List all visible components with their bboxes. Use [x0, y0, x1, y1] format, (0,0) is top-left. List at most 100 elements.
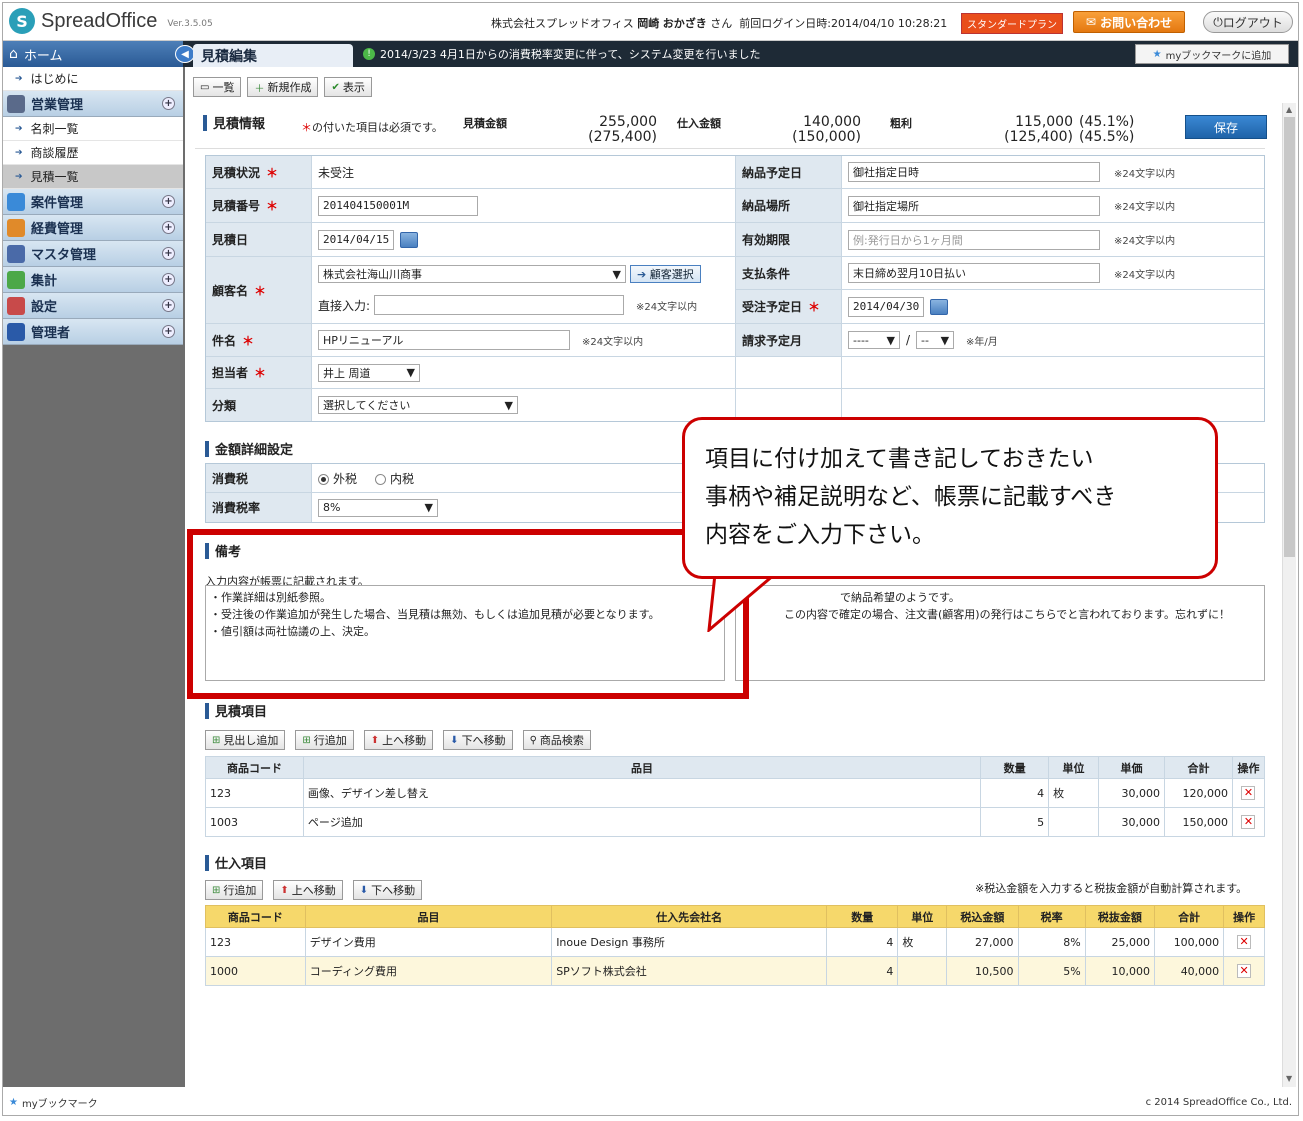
customer-label-text: 顧客名: [212, 283, 249, 298]
contact-button[interactable]: ✉ お問い合わせ: [1073, 11, 1185, 33]
purchase-vendor[interactable]: Inoue Design 事務所: [551, 927, 828, 957]
item-unit[interactable]: 枚: [1048, 778, 1100, 808]
scroll-up-icon[interactable]: ▲: [1286, 105, 1292, 114]
item-name[interactable]: ページ追加: [302, 807, 982, 837]
purchase-move-down-button[interactable]: ⬇ 下へ移動: [352, 880, 423, 900]
logout-button[interactable]: ⏻ ログアウト: [1203, 11, 1293, 33]
sidebar-category[interactable]: 案件管理 +: [3, 189, 183, 215]
purchase-rate[interactable]: 8%: [1017, 927, 1086, 957]
scroll-thumb[interactable]: [1284, 117, 1295, 557]
delete-icon[interactable]: ✕: [1237, 964, 1252, 978]
notes-textarea-right[interactable]: で納品希望のようです。 この内容で確定の場合、注文書(顧客用)の発行はこちらでと言…: [735, 585, 1265, 681]
number-input[interactable]: 201404150001M: [318, 195, 478, 216]
payment-input[interactable]: 末日締め翌月10日払い: [848, 263, 1100, 283]
sidebar-category[interactable]: 設定 +: [3, 293, 183, 319]
home-tab[interactable]: ⌂ ホーム: [3, 41, 183, 67]
billing-month-select[interactable]: -- ▼: [916, 331, 955, 349]
item-qty[interactable]: 4: [980, 778, 1050, 808]
scroll-down-icon[interactable]: ▼: [1286, 1074, 1292, 1083]
monitor-icon: [7, 322, 25, 341]
item-name[interactable]: 画像、デザイン差し替え: [302, 778, 982, 808]
purchase-vendor[interactable]: SPソフト株式会社: [551, 956, 828, 986]
arrow-up-icon: ⬆: [370, 734, 380, 746]
purchase-incl[interactable]: 10,500: [946, 956, 1019, 986]
add-row-button[interactable]: ⊞ 行追加: [295, 730, 354, 750]
sidebar-category-label: 営業管理: [31, 98, 84, 113]
purchase-code[interactable]: 123: [205, 927, 306, 957]
item-price[interactable]: 30,000: [1098, 778, 1165, 808]
subject-input[interactable]: HPリニューアル: [318, 330, 570, 350]
calendar-icon[interactable]: [400, 231, 418, 248]
delete-icon[interactable]: ✕: [1237, 935, 1252, 949]
expand-icon[interactable]: +: [162, 195, 175, 208]
notice-bar[interactable]: ! 2014/3/23 4月1日からの消費税率変更に伴って、システム変更を行いま…: [363, 46, 760, 62]
scrollbar[interactable]: ▲ ▼: [1282, 103, 1296, 1087]
delete-icon[interactable]: ✕: [1241, 786, 1256, 800]
move-down-button[interactable]: ⬇ 下へ移動: [443, 730, 513, 750]
billing-year-select[interactable]: ---- ▼: [848, 331, 900, 349]
date-input[interactable]: 2014/04/15: [318, 229, 394, 250]
purchase-move-up-button[interactable]: ⬆ 上へ移動: [273, 880, 343, 900]
expand-icon[interactable]: +: [162, 325, 175, 338]
arrow-right-icon: ➔: [15, 73, 23, 84]
delete-icon[interactable]: ✕: [1241, 815, 1256, 829]
purchase-unit[interactable]: 枚: [897, 927, 948, 957]
expand-icon[interactable]: +: [162, 221, 175, 234]
tax-rate-select[interactable]: 8% ▼: [318, 498, 438, 517]
move-up-button[interactable]: ⬆ 上へ移動: [363, 730, 434, 750]
item-code[interactable]: 123: [205, 778, 304, 808]
validity-input[interactable]: 例:発行日から1ヶ月間: [848, 229, 1100, 250]
sidebar-category[interactable]: 経費管理 +: [3, 215, 183, 241]
category-select[interactable]: 選択してください ▼: [318, 396, 518, 414]
col-header: 単位: [1048, 756, 1100, 779]
bookmark-add-button[interactable]: ★ myブックマークに追加: [1135, 44, 1289, 64]
expand-icon[interactable]: +: [162, 299, 175, 312]
sidebar-category[interactable]: 営業管理 +: [3, 91, 183, 117]
purchase-unit[interactable]: [897, 956, 948, 986]
tax-inclusive-radio[interactable]: 内税: [375, 470, 414, 487]
customer-select[interactable]: 株式会社海山川商事 ▼: [318, 265, 626, 283]
delivery-date-input[interactable]: 御社指定日時: [848, 162, 1100, 182]
col-header: 操作: [1223, 905, 1265, 928]
purchase-qty[interactable]: 4: [826, 956, 899, 986]
purchase-qty[interactable]: 4: [826, 927, 899, 957]
item-price[interactable]: 30,000: [1098, 807, 1165, 837]
add-heading-button[interactable]: ⊞ 見出し追加: [205, 730, 286, 750]
item-unit[interactable]: [1048, 807, 1100, 837]
tax-exclusive-radio[interactable]: 外税: [318, 470, 357, 487]
expand-icon[interactable]: +: [162, 247, 175, 260]
new-button[interactable]: ＋新規作成: [247, 77, 319, 97]
order-date-input[interactable]: 2014/04/30: [848, 296, 924, 317]
sidebar-item[interactable]: ➔ 商談履歴: [3, 141, 183, 165]
sidebar-category[interactable]: マスタ管理 +: [3, 241, 183, 267]
list-button[interactable]: ▭ 一覧: [193, 77, 242, 97]
delivery-place-input[interactable]: 御社指定場所: [848, 195, 1100, 216]
sidebar-category[interactable]: 集計 +: [3, 267, 183, 293]
staff-select[interactable]: 井上 周道 ▼: [318, 363, 420, 382]
logo[interactable]: S SpreadOffice Ver.3.5.05: [9, 8, 213, 34]
direct-input[interactable]: [374, 295, 625, 315]
purchase-code[interactable]: 1000: [205, 956, 306, 986]
item-code[interactable]: 1003: [205, 807, 304, 837]
calendar-icon[interactable]: [930, 298, 948, 315]
expand-icon[interactable]: +: [162, 273, 175, 286]
purchase-incl[interactable]: 27,000: [946, 927, 1019, 957]
sidebar-item-label: 商談履歴: [30, 146, 79, 160]
my-bookmark-link[interactable]: ★ myブックマーク: [3, 1087, 185, 1115]
customer-select-button[interactable]: ➔ 顧客選択: [630, 265, 701, 283]
purchase-add-row-button[interactable]: ⊞ 行追加: [205, 880, 264, 900]
sidebar-item[interactable]: ➔ はじめに: [3, 67, 183, 91]
honorific: さん: [710, 17, 733, 30]
sidebar-category[interactable]: 管理者 +: [3, 319, 183, 345]
sidebar-item[interactable]: ➔ 名刺一覧: [3, 117, 183, 141]
expand-icon[interactable]: +: [162, 97, 175, 110]
item-qty[interactable]: 5: [980, 807, 1050, 837]
purchase-rate[interactable]: 5%: [1017, 956, 1086, 986]
sidebar-item[interactable]: ➔ 見積一覧: [3, 165, 183, 189]
view-button[interactable]: ✔ 表示: [324, 77, 372, 97]
product-search-button[interactable]: ⚲ 商品検索: [522, 730, 591, 750]
sidebar-toggle-icon[interactable]: ◀: [175, 45, 195, 63]
save-button[interactable]: 保存: [1185, 115, 1267, 139]
purchase-name[interactable]: コーディング費用: [304, 956, 553, 986]
purchase-name[interactable]: デザイン費用: [304, 927, 553, 957]
